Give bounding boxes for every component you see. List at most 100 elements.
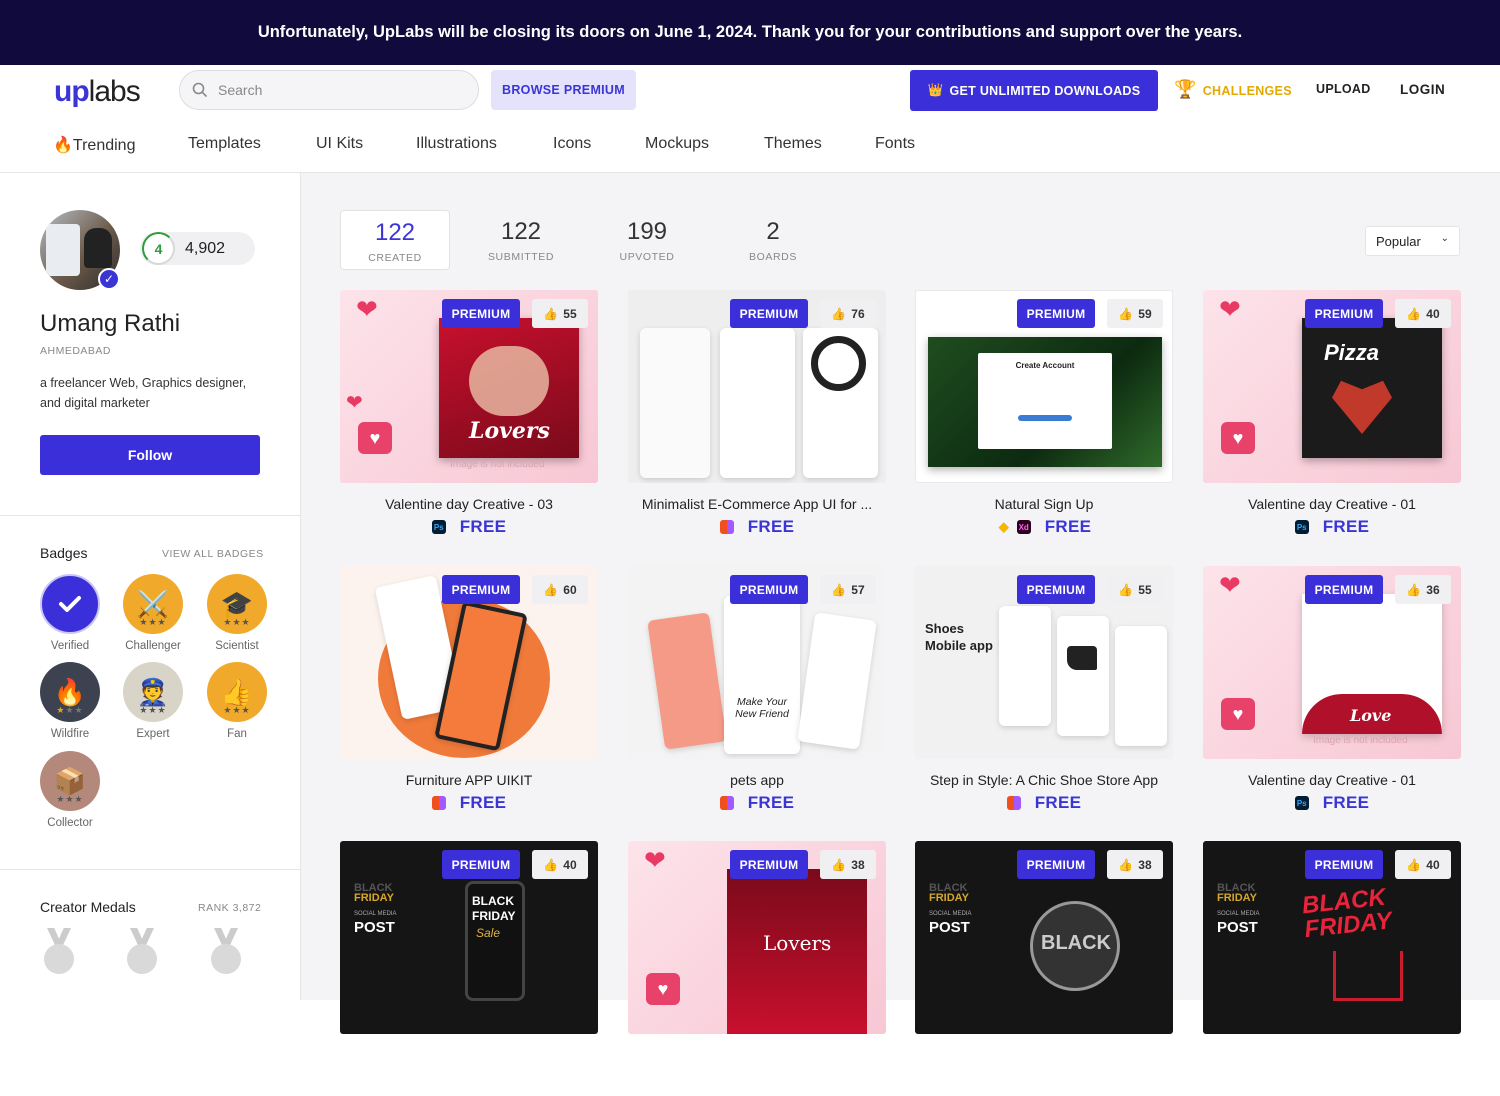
category-themes[interactable]: Themes: [764, 135, 822, 153]
premium-badge: PREMIUM: [730, 299, 808, 328]
heart-icon: ♥: [1221, 422, 1255, 454]
badge-scientist[interactable]: 🎓 ★★★ Scientist: [207, 574, 267, 652]
challenges-link[interactable]: 🏆 CHALLENGES: [1174, 79, 1292, 100]
like-count: 59: [1138, 306, 1152, 321]
like-button[interactable]: 👍 55: [532, 299, 588, 328]
design-card[interactable]: PREMIUM 👍 76 Minimalist E-Commerce App UI…: [628, 290, 886, 545]
category-fonts[interactable]: Fonts: [875, 135, 915, 153]
card-title[interactable]: Minimalist E-Commerce App UI for ...: [628, 496, 886, 512]
sort-value: Popular: [1376, 233, 1421, 249]
like-count: 38: [851, 857, 865, 872]
design-card[interactable]: ❤ ♥ Pizza PREMIUM 👍 40 Valentine day Crea…: [1203, 290, 1461, 545]
poster-title: Love: [1350, 706, 1392, 725]
stat-created[interactable]: 122 CREATED: [340, 210, 450, 270]
phone-headline: Make Your New Friend: [735, 696, 789, 720]
badge-expert[interactable]: 👮 ★★★ Expert: [123, 662, 183, 740]
uplabs-logo[interactable]: uplabs: [54, 75, 141, 109]
badge-challenger[interactable]: ⚔️ ★★★ Challenger: [123, 574, 183, 652]
design-card[interactable]: BLACK FRIDAY SOCIAL MEDIA POST BLACK FRID…: [340, 841, 598, 1096]
category-templates[interactable]: Templates: [188, 135, 261, 153]
like-button[interactable]: 👍 60: [532, 575, 588, 604]
stat-upvoted[interactable]: 199 UPVOTED: [592, 210, 702, 270]
category-illustrations[interactable]: Illustrations: [416, 135, 497, 153]
like-count: 57: [851, 582, 865, 597]
design-card[interactable]: ❤ ❤ ♥ Lovers Image is not included PREMI…: [340, 290, 598, 545]
card-title[interactable]: Valentine day Creative - 01: [1203, 772, 1461, 788]
design-card[interactable]: Make Your New Friend PREMIUM 👍 57 pets ap…: [628, 566, 886, 821]
thumbs-up-icon: 👍: [1406, 306, 1422, 321]
design-card[interactable]: Shoes Mobile app PREMIUM 👍 55 Step in Sty…: [915, 566, 1173, 821]
badge-wildfire[interactable]: 🔥 ★★★ Wildfire: [40, 662, 100, 740]
price-label: FREE: [747, 517, 795, 536]
design-card[interactable]: BLACK FRIDAY SOCIAL MEDIA POST BLACK PREM…: [915, 841, 1173, 1096]
thumbs-up-icon: 👍: [831, 306, 847, 321]
leaf-background: Create Account: [928, 337, 1162, 467]
browse-premium-button[interactable]: BROWSE PREMIUM: [491, 70, 636, 110]
like-button[interactable]: 👍 57: [820, 575, 876, 604]
profile-name: Umang Rathi: [40, 310, 181, 337]
design-card[interactable]: ❤ ♥ Love Image is not included PREMIUM 👍…: [1203, 566, 1461, 821]
design-card[interactable]: Create Account PREMIUM 👍 59 Natural Sign …: [915, 290, 1173, 545]
card-title[interactable]: Furniture APP UIKIT: [340, 772, 598, 788]
badge-verified[interactable]: Verified: [40, 574, 100, 652]
card-title[interactable]: Natural Sign Up: [915, 496, 1173, 512]
officer-icon: 👮 ★★★: [123, 662, 183, 722]
design-card[interactable]: BLACK FRIDAY SOCIAL MEDIA POST BLACK FRID…: [1203, 841, 1461, 1096]
poster-image: Lovers: [439, 318, 579, 458]
like-count: 55: [1138, 582, 1152, 597]
figma-icon: [719, 520, 734, 534]
bf-sub: SOCIAL MEDIA: [1217, 911, 1260, 917]
figma-icon: [1006, 796, 1021, 810]
like-count: 40: [1426, 857, 1440, 872]
follow-button[interactable]: Follow: [40, 435, 260, 475]
card-footer: FREE: [340, 793, 598, 813]
like-button[interactable]: 👍 38: [820, 850, 876, 879]
design-card[interactable]: ❤ ♥ Lovers PREMIUM 👍 38: [628, 841, 886, 1096]
design-card[interactable]: PREMIUM 👍 60 Furniture APP UIKIT FREE: [340, 566, 598, 821]
card-title[interactable]: Step in Style: A Chic Shoe Store App: [915, 772, 1173, 788]
badge-collector[interactable]: 📦 ★★★ Collector: [40, 751, 100, 829]
like-button[interactable]: 👍 40: [1395, 850, 1451, 879]
like-button[interactable]: 👍 55: [1107, 575, 1163, 604]
bf-line2: FRIDAY: [1217, 892, 1257, 904]
phone-mockup: [797, 612, 877, 750]
category-icons[interactable]: Icons: [553, 135, 591, 153]
category-trending[interactable]: 🔥Trending: [53, 135, 135, 155]
thumbs-up-icon: 👍: [1118, 582, 1134, 597]
card-title[interactable]: Valentine day Creative - 03: [340, 496, 598, 512]
stat-boards[interactable]: 2 BOARDS: [718, 210, 828, 270]
stat-submitted[interactable]: 122 SUBMITTED: [466, 210, 576, 270]
divider: [0, 869, 300, 870]
points-value: 4,902: [185, 240, 226, 257]
thumbs-up-icon: 👍: [1406, 582, 1422, 597]
badge-fan[interactable]: 👍 ★★★ Fan: [207, 662, 267, 740]
heart-icon: ❤: [644, 845, 666, 875]
like-button[interactable]: 👍 59: [1107, 299, 1163, 328]
like-button[interactable]: 👍 40: [532, 850, 588, 879]
bf-sub: SOCIAL MEDIA: [354, 911, 397, 917]
sketch-icon: ◆: [998, 519, 1009, 534]
chevron-down-icon: ⌄: [1440, 233, 1449, 244]
card-title[interactable]: pets app: [628, 772, 886, 788]
login-link[interactable]: LOGIN: [1400, 82, 1445, 97]
heart-icon: ❤: [346, 392, 363, 414]
like-button[interactable]: 👍 40: [1395, 299, 1451, 328]
sort-select[interactable]: Popular ⌄: [1365, 226, 1460, 256]
get-unlimited-downloads-button[interactable]: 👑 GET UNLIMITED DOWNLOADS: [910, 70, 1158, 111]
category-mockups[interactable]: Mockups: [645, 135, 709, 153]
like-button[interactable]: 👍 38: [1107, 850, 1163, 879]
like-button[interactable]: 👍 36: [1395, 575, 1451, 604]
upload-link[interactable]: UPLOAD: [1316, 82, 1371, 96]
trophy-icon: 🏆: [1174, 79, 1197, 99]
view-all-badges-link[interactable]: VIEW ALL BADGES: [162, 548, 264, 560]
thumbs-up-icon: 👍: [831, 582, 847, 597]
search-input[interactable]: [218, 82, 458, 98]
premium-badge: PREMIUM: [1017, 850, 1095, 879]
divider: [0, 515, 300, 516]
category-ui-kits[interactable]: UI Kits: [316, 135, 363, 153]
profile-sidebar: ✓ 4 4,902 Umang Rathi AHMEDABAD a freela…: [0, 173, 301, 1000]
card-title[interactable]: Valentine day Creative - 01: [1203, 496, 1461, 512]
search-box[interactable]: [179, 70, 479, 110]
price-label: FREE: [747, 793, 795, 812]
like-button[interactable]: 👍 76: [820, 299, 876, 328]
